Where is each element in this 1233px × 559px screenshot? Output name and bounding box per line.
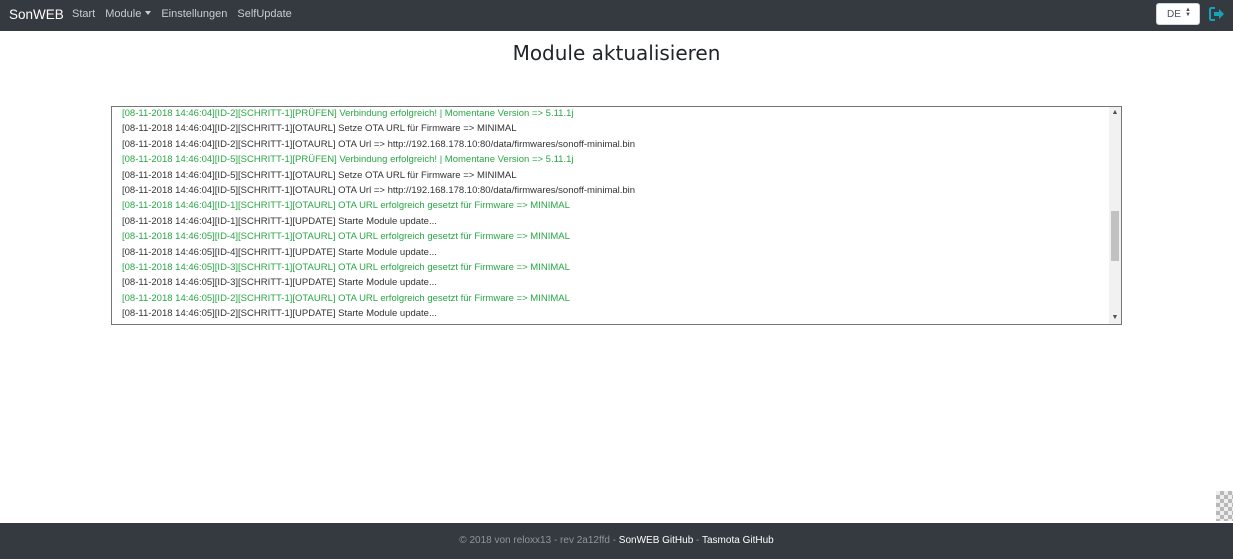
footer-link-sonweb-github[interactable]: SonWEB GitHub: [619, 535, 693, 546]
log-line: [08-11-2018 14:46:04][ID-2][SCHRITT-1][P…: [122, 108, 574, 119]
log-line: [08-11-2018 14:46:04][ID-5][SCHRITT-1][O…: [122, 169, 517, 181]
log-scrollbar[interactable]: ▲ ▼: [1109, 107, 1121, 324]
log-line: [08-11-2018 14:46:05][ID-4][SCHRITT-1][U…: [122, 246, 437, 258]
footer-text: © 2018 von reloxx13 - rev 2a12ffd - SonW…: [0, 535, 1233, 546]
page-title: Module aktualisieren: [512, 41, 721, 65]
footer-link-tasmota-github[interactable]: Tasmota GitHub: [702, 535, 774, 546]
brand-logo[interactable]: SonWEB: [9, 7, 64, 22]
log-line: [08-11-2018 14:46:04][ID-1][SCHRITT-1][U…: [122, 215, 437, 227]
log-lines: [08-11-2018 14:46:04][ID-2][SCHRITT-1][P…: [122, 107, 636, 321]
footer-separator: -: [693, 535, 702, 546]
nav-link-einstellungen[interactable]: Einstellungen: [161, 8, 227, 20]
caret-down-icon: [145, 11, 152, 15]
nav-link-start[interactable]: Start: [72, 8, 95, 20]
language-select-value: DE: [1167, 9, 1181, 20]
log-line: [08-11-2018 14:46:04][ID-5][SCHRITT-1][P…: [122, 154, 574, 166]
log-line: [08-11-2018 14:46:05][ID-3][SCHRITT-1][U…: [122, 277, 437, 289]
log-line: [08-11-2018 14:46:05][ID-3][SCHRITT-1][O…: [122, 261, 570, 273]
nav-link-selfupdate[interactable]: SelfUpdate: [237, 8, 291, 20]
nav-link-module[interactable]: Module: [105, 8, 152, 20]
log-line: [08-11-2018 14:46:04][ID-2][SCHRITT-1][O…: [122, 123, 517, 135]
log-line: [08-11-2018 14:46:05][ID-2][SCHRITT-1][U…: [122, 308, 437, 320]
scrollbar-thumb[interactable]: [1111, 211, 1119, 261]
footer-copyright: © 2018 von reloxx13 - rev 2a12ffd -: [459, 535, 619, 546]
footer: © 2018 von reloxx13 - rev 2a12ffd - SonW…: [0, 523, 1233, 559]
nav-link-module-label: Module: [105, 8, 142, 20]
log-line: [08-11-2018 14:46:05][ID-2][SCHRITT-1][O…: [122, 292, 570, 304]
log-line: [08-11-2018 14:46:04][ID-1][SCHRITT-1][O…: [122, 200, 570, 212]
top-navbar: SonWEB Start Module Einstellungen SelfUp…: [0, 0, 1233, 31]
log-output-box[interactable]: [08-11-2018 14:46:04][ID-2][SCHRITT-1][P…: [111, 106, 1122, 325]
select-arrows-icon: ▲ ▼: [1185, 7, 1191, 18]
nav-links: Start Module Einstellungen SelfUpdate: [72, 8, 302, 20]
log-line: [08-11-2018 14:46:04][ID-5][SCHRITT-1][O…: [122, 184, 636, 196]
scroll-up-arrow-icon[interactable]: ▲: [1109, 107, 1121, 119]
scroll-down-arrow-icon[interactable]: ▼: [1109, 312, 1121, 324]
log-line: [08-11-2018 14:46:05][ID-4][SCHRITT-1][O…: [122, 231, 570, 243]
language-select[interactable]: DE ▲ ▼: [1156, 3, 1200, 25]
logout-icon[interactable]: [1209, 7, 1225, 21]
checker-pattern: [1216, 491, 1233, 521]
log-line: [08-11-2018 14:46:04][ID-2][SCHRITT-1][O…: [122, 138, 636, 150]
